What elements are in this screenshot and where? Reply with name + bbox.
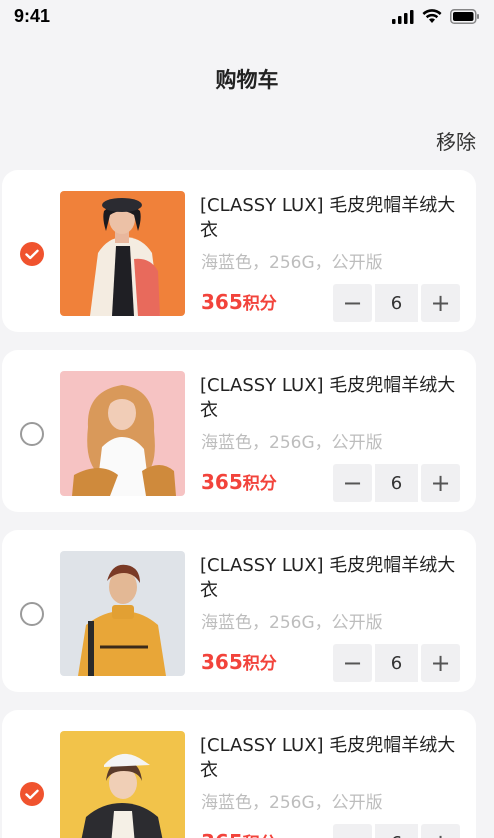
price-value: 365 bbox=[201, 470, 243, 494]
price-unit: 积分 bbox=[242, 474, 277, 494]
price-value: 365 bbox=[201, 830, 243, 838]
item-checkbox[interactable] bbox=[20, 242, 44, 266]
increase-button[interactable]: + bbox=[421, 824, 460, 838]
decrease-button[interactable]: − bbox=[333, 284, 372, 322]
page-title: 购物车 bbox=[215, 68, 279, 92]
wifi-icon bbox=[422, 9, 442, 23]
product-price: 365积分 bbox=[201, 469, 277, 494]
increase-button[interactable]: + bbox=[421, 464, 460, 502]
quantity-stepper: − 6 + bbox=[333, 644, 460, 682]
item-checkbox[interactable] bbox=[20, 422, 44, 446]
status-time: 9:41 bbox=[14, 6, 51, 26]
product-image[interactable] bbox=[60, 551, 185, 676]
cart-item: [CLASSY LUX] 毛皮兜帽羊绒大衣 海蓝色，256G，公开版 365积分… bbox=[2, 170, 476, 332]
increase-button[interactable]: + bbox=[421, 644, 460, 682]
checkmark-icon bbox=[25, 789, 39, 799]
product-price: 365积分 bbox=[201, 289, 277, 314]
product-spec: 海蓝色，256G，公开版 bbox=[201, 433, 383, 453]
product-price: 365积分 bbox=[201, 829, 277, 838]
quantity-stepper: − 6 + bbox=[333, 464, 460, 502]
price-value: 365 bbox=[201, 290, 243, 314]
cart-item: [CLASSY LUX] 毛皮兜帽羊绒大衣 海蓝色，256G，公开版 365积分… bbox=[2, 710, 476, 838]
product-image[interactable] bbox=[60, 371, 185, 496]
product-spec: 海蓝色，256G，公开版 bbox=[201, 793, 383, 813]
status-bar: 9:41 bbox=[0, 0, 494, 36]
status-icons bbox=[392, 9, 480, 24]
increase-button[interactable]: + bbox=[421, 284, 460, 322]
price-value: 365 bbox=[201, 650, 243, 674]
product-title: [CLASSY LUX] 毛皮兜帽羊绒大衣 bbox=[200, 375, 456, 421]
remove-button[interactable]: 移除 bbox=[436, 126, 476, 155]
product-title: [CLASSY LUX] 毛皮兜帽羊绒大衣 bbox=[200, 555, 456, 601]
product-title: [CLASSY LUX] 毛皮兜帽羊绒大衣 bbox=[200, 735, 456, 781]
cart-item: [CLASSY LUX] 毛皮兜帽羊绒大衣 海蓝色，256G，公开版 365积分… bbox=[2, 530, 476, 692]
item-checkbox[interactable] bbox=[20, 602, 44, 626]
price-unit: 积分 bbox=[243, 834, 277, 838]
battery-icon bbox=[450, 9, 479, 24]
decrease-button[interactable]: − bbox=[333, 644, 372, 682]
product-title: [CLASSY LUX] 毛皮兜帽羊绒大衣 bbox=[200, 195, 456, 241]
product-spec: 海蓝色，256G，公开版 bbox=[201, 253, 383, 273]
quantity-value[interactable]: 6 bbox=[375, 284, 418, 322]
product-image[interactable] bbox=[60, 731, 185, 838]
price-unit: 积分 bbox=[242, 294, 277, 314]
item-checkbox[interactable] bbox=[20, 782, 44, 806]
decrease-button[interactable]: − bbox=[333, 464, 372, 502]
signal-icon bbox=[392, 9, 414, 24]
cart-item: [CLASSY LUX] 毛皮兜帽羊绒大衣 海蓝色，256G，公开版 365积分… bbox=[2, 350, 476, 512]
quantity-stepper: − 6 + bbox=[333, 824, 460, 838]
product-spec: 海蓝色，256G，公开版 bbox=[201, 613, 383, 633]
decrease-button[interactable]: − bbox=[333, 824, 372, 838]
price-unit: 积分 bbox=[242, 654, 277, 674]
product-price: 365积分 bbox=[201, 649, 277, 674]
checkmark-icon bbox=[25, 249, 39, 259]
quantity-stepper: − 6 + bbox=[333, 284, 460, 322]
quantity-value[interactable]: 6 bbox=[375, 824, 418, 838]
quantity-value[interactable]: 6 bbox=[375, 464, 418, 502]
product-image[interactable] bbox=[60, 191, 185, 316]
quantity-value[interactable]: 6 bbox=[375, 644, 418, 682]
